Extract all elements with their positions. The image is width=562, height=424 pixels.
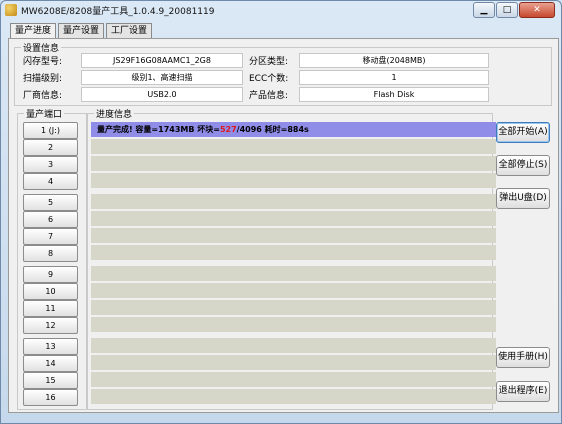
progress-row-9 <box>91 266 496 281</box>
stop-all-button[interactable]: 全部停止(S) <box>496 155 550 176</box>
close-button[interactable]: ✕ <box>519 2 555 18</box>
port-button-11[interactable]: 11 <box>23 300 78 317</box>
progress-row-5 <box>91 194 496 209</box>
product-value: Flash Disk <box>299 87 489 102</box>
progress-row-7 <box>91 228 496 243</box>
flash-model-label: 闪存型号: <box>23 57 63 67</box>
progress-row-10 <box>91 283 496 298</box>
user-manual-button[interactable]: 使用手册(H) <box>496 347 550 368</box>
vendor-value: USB2.0 <box>81 87 243 102</box>
port-button-9[interactable]: 9 <box>23 266 78 283</box>
ports-group-label: 量产端口 <box>24 107 65 120</box>
progress-row-15 <box>91 372 496 387</box>
port-button-15[interactable]: 15 <box>23 372 78 389</box>
progress-group-label: 进度信息 <box>94 107 135 120</box>
flash-model-value: JS29F16G08AAMC1_2G8 <box>81 53 243 68</box>
main-window: MW6208E/8208量产工具_1.0.4.9_20081119 ▁ □ ✕ … <box>0 0 562 424</box>
port-button-1[interactable]: 1 (J:) <box>23 122 78 139</box>
progress-row-4 <box>91 173 496 188</box>
ecc-value: 1 <box>299 70 489 85</box>
port-button-5[interactable]: 5 <box>23 194 78 211</box>
port-button-16[interactable]: 16 <box>23 389 78 406</box>
progress-row-2 <box>91 139 496 154</box>
progress-row-1: 量产完成! 容量=1743MB 坏块=527/4096 耗时=884s <box>91 122 496 137</box>
minimize-button[interactable]: ▁ <box>473 2 495 18</box>
tab-progress[interactable]: 量产进度 <box>10 23 57 39</box>
bad-block-count: 527 <box>219 125 237 134</box>
tab-factory-settings[interactable]: 工厂设置 <box>106 23 153 38</box>
settings-group-label: 设置信息 <box>21 41 62 54</box>
vendor-label: 厂商信息: <box>23 91 63 101</box>
port-button-3[interactable]: 3 <box>23 156 78 173</box>
port-button-13[interactable]: 13 <box>23 338 78 355</box>
scan-level-value: 级别1、高速扫描 <box>81 70 243 85</box>
app-icon <box>5 4 17 16</box>
tab-bar: 量产进度 量产设置 工厂设置 <box>10 23 154 39</box>
exit-program-button[interactable]: 退出程序(E) <box>496 381 550 402</box>
progress-row-14 <box>91 355 496 370</box>
progress-prefix: 量产完成! 容量=1743MB 坏块= <box>97 125 220 134</box>
tab-panel: 设置信息 闪存型号: JS29F16G08AAMC1_2G8 分区类型: 移动盘… <box>8 38 559 413</box>
port-button-7[interactable]: 7 <box>23 228 78 245</box>
progress-status: 量产完成! 容量=1743MB 坏块=527/4096 耗时=884s <box>97 122 309 137</box>
product-label: 产品信息: <box>249 91 289 101</box>
progress-row-11 <box>91 300 496 315</box>
progress-row-3 <box>91 156 496 171</box>
port-button-4[interactable]: 4 <box>23 173 78 190</box>
progress-row-8 <box>91 245 496 260</box>
port-button-12[interactable]: 12 <box>23 317 78 334</box>
port-button-2[interactable]: 2 <box>23 139 78 156</box>
window-title: MW6208E/8208量产工具_1.0.4.9_20081119 <box>21 7 215 17</box>
port-button-10[interactable]: 10 <box>23 283 78 300</box>
port-button-8[interactable]: 8 <box>23 245 78 262</box>
partition-label: 分区类型: <box>249 57 289 67</box>
tab-production-settings[interactable]: 量产设置 <box>58 23 105 38</box>
progress-row-13 <box>91 338 496 353</box>
progress-row-12 <box>91 317 496 332</box>
progress-suffix: /4096 耗时=884s <box>236 125 309 134</box>
progress-row-16 <box>91 389 496 404</box>
port-button-14[interactable]: 14 <box>23 355 78 372</box>
progress-row-6 <box>91 211 496 226</box>
maximize-button[interactable]: □ <box>496 2 518 18</box>
partition-value: 移动盘(2048MB) <box>299 53 489 68</box>
port-button-6[interactable]: 6 <box>23 211 78 228</box>
eject-udisk-button[interactable]: 弹出U盘(D) <box>496 188 550 209</box>
scan-level-label: 扫描级别: <box>23 74 63 84</box>
start-all-button[interactable]: 全部开始(A) <box>496 122 550 143</box>
title-bar: MW6208E/8208量产工具_1.0.4.9_20081119 ▁ □ ✕ <box>1 1 561 19</box>
ecc-label: ECC个数: <box>249 74 289 84</box>
